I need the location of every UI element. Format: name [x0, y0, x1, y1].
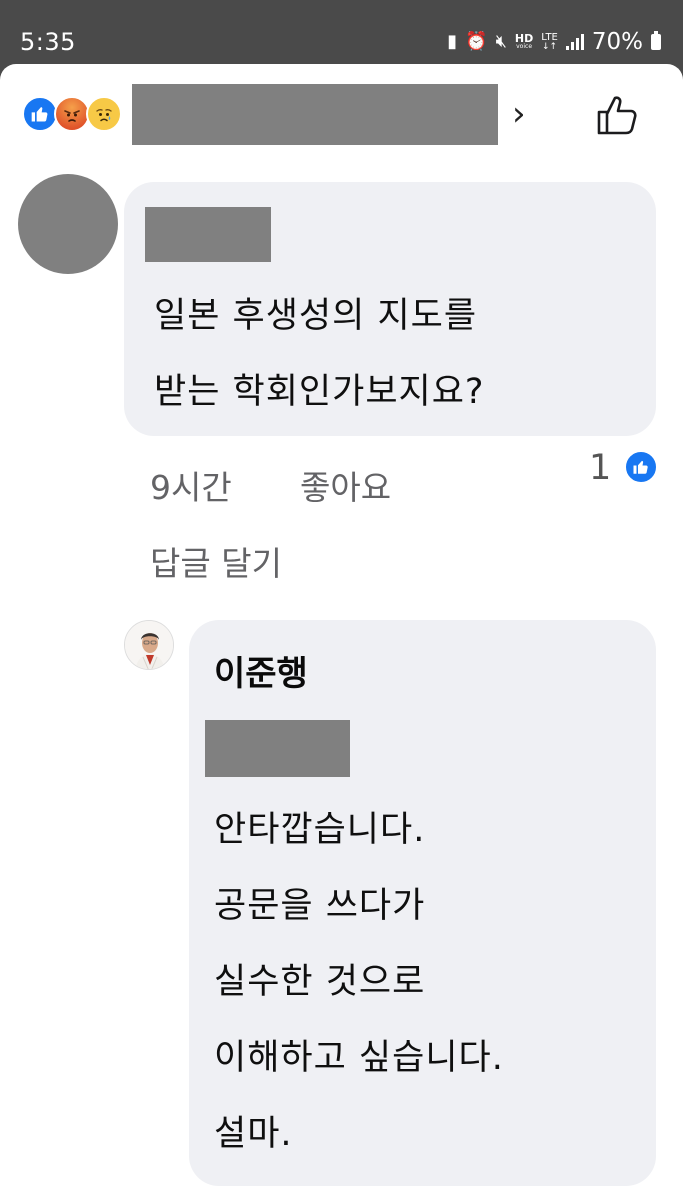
comment-line: 일본 후생성의 지도를: [154, 296, 478, 336]
angry-reaction-icon: [54, 96, 90, 132]
reaction-summary[interactable]: [22, 96, 122, 132]
status-icons: ▮ ⏰ 🔇︎ HD voice LTE ↓↑ 70%: [447, 24, 661, 60]
redacted-commenter-name: [145, 207, 271, 262]
reply-line: 설마.: [214, 1114, 293, 1154]
signal-icon: [565, 34, 584, 50]
comment-line: 받는 학회인가보지요?: [154, 372, 485, 412]
reply-line: 이해하고 싶습니다.: [214, 1038, 504, 1078]
lte-icon: LTE ↓↑: [541, 31, 558, 52]
hd-voice-icon: HD voice: [514, 31, 534, 50]
sim-card-icon: ▮: [447, 31, 458, 52]
comment-like-count: 1: [589, 448, 612, 488]
alarm-icon: ⏰: [465, 31, 488, 52]
comment-like-button[interactable]: 좋아요: [300, 468, 391, 508]
redacted-reactors: [132, 84, 498, 145]
battery-percent: 70%: [591, 29, 643, 55]
reply-author-name[interactable]: 이준행: [214, 652, 308, 696]
thumbs-up-icon[interactable]: [594, 92, 640, 138]
comment-time: 9시간: [150, 468, 232, 507]
reply-line: 안타깝습니다.: [214, 810, 426, 850]
reply-button[interactable]: 답글 달기: [150, 544, 282, 584]
commenter-avatar[interactable]: [18, 174, 118, 274]
like-count-icon[interactable]: [624, 450, 658, 484]
status-bar: 5:35 ▮ ⏰ 🔇︎ HD voice LTE ↓↑ 70%: [0, 0, 683, 64]
sad-reaction-icon: [86, 96, 122, 132]
status-time: 5:35: [20, 28, 76, 56]
reply-line: 공문을 쓰다가: [214, 886, 426, 926]
redacted-tagged-name: [205, 720, 350, 777]
battery-icon: [651, 31, 661, 50]
reply-author-avatar[interactable]: [124, 620, 174, 670]
comments-sheet: › 일본 후생성의 지도를 받는 학회인가보지요? 9시간 좋아요 1 답글 달…: [0, 64, 683, 1200]
reply-line: 실수한 것으로: [214, 962, 426, 1002]
like-reaction-icon: [22, 96, 58, 132]
chevron-right-icon[interactable]: ›: [512, 94, 526, 134]
mute-icon: 🔇︎: [495, 31, 507, 52]
